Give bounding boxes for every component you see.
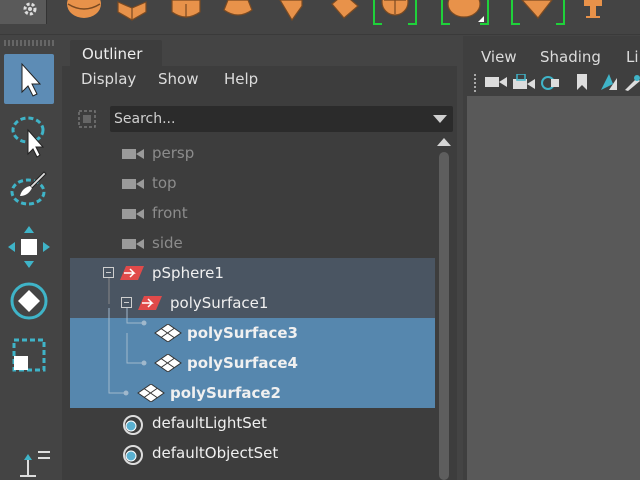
shelf-settings-button[interactable] (0, 0, 47, 24)
viewport-canvas[interactable] (467, 96, 640, 480)
menu-lighting[interactable]: Li (626, 48, 639, 66)
tree-item-persp[interactable]: persp (70, 138, 435, 168)
lasso-tool[interactable] (4, 110, 54, 160)
toolbox (0, 36, 57, 480)
collapse-toggle[interactable] (103, 267, 114, 278)
camera-icon[interactable] (485, 74, 507, 90)
poly-sphere-icon[interactable] (62, 0, 102, 24)
manipulator-settings-tool[interactable] (4, 440, 54, 480)
outliner-panel: Outliner Display Show Help persp (62, 36, 457, 480)
tree-connector (108, 363, 129, 396)
camera-lock-icon[interactable] (513, 74, 535, 92)
menu-shading[interactable]: Shading (540, 48, 601, 66)
search-field (110, 106, 453, 132)
scrollbar-thumb[interactable] (439, 152, 449, 480)
camera-icon (122, 179, 144, 189)
toolbox-grip[interactable] (4, 40, 54, 46)
mesh-icon (137, 384, 165, 402)
separate-icon[interactable] (438, 0, 496, 28)
scale-tool[interactable] (4, 330, 54, 380)
rotate-icon (10, 282, 48, 320)
outliner-tree: persp top front side pSphere1 polySurfac… (70, 138, 435, 480)
paint-brush-icon (10, 171, 47, 206)
tree-item-polysurface2[interactable]: polySurface2 (70, 363, 435, 408)
viewport-menubar: View Shading Li (463, 42, 640, 70)
poly-cone-icon[interactable] (220, 0, 256, 24)
lasso-select-icon (11, 116, 45, 158)
scale-icon (12, 338, 46, 372)
camera-icon (122, 209, 144, 219)
grease-pencil-icon[interactable] (623, 74, 640, 92)
search-input[interactable] (114, 106, 414, 132)
poly-cylinder-icon[interactable] (168, 0, 204, 24)
outliner-tab[interactable]: Outliner (70, 40, 162, 68)
tree-item-label: defaultLightSet (152, 414, 267, 432)
tree-item-defaultlightset[interactable]: defaultLightSet (70, 408, 435, 438)
gear-icon (23, 2, 37, 16)
menu-display[interactable]: Display (81, 70, 136, 88)
tree-item-side[interactable]: side (70, 228, 435, 258)
tree-item-label: persp (152, 144, 195, 162)
viewport-toolbar (463, 70, 640, 96)
collapse-toggle[interactable] (121, 297, 132, 308)
tree-item-front[interactable]: front (70, 198, 435, 228)
tree-item-label: front (152, 204, 188, 222)
tree-item-label: top (152, 174, 177, 192)
text-icon[interactable] (578, 0, 608, 24)
mesh-icon (154, 354, 182, 372)
tree-item-label: polySurface4 (187, 354, 298, 372)
arrow-cursor-icon (21, 62, 42, 97)
smooth-icon[interactable] (508, 0, 568, 28)
tree-item-defaultobjectset[interactable]: defaultObjectSet (70, 438, 435, 468)
poly-torus-icon[interactable] (276, 0, 306, 24)
tree-item-label: polySurface2 (170, 384, 281, 402)
select-tool[interactable] (4, 54, 54, 104)
menu-help[interactable]: Help (224, 70, 258, 88)
paint-select-tool[interactable] (4, 164, 54, 214)
menu-view[interactable]: View (481, 48, 517, 66)
bookmark-icon[interactable] (577, 74, 587, 92)
tree-item-label: defaultObjectSet (152, 444, 279, 462)
object-set-icon (123, 445, 143, 465)
filter-icon[interactable] (76, 108, 98, 130)
image-plane-icon[interactable] (601, 74, 619, 92)
tree-item-label: polySurface3 (187, 324, 298, 342)
rotate-tool[interactable] (4, 274, 54, 324)
viewport-panel: View Shading Li (463, 36, 640, 480)
object-set-icon (123, 415, 143, 435)
shelf (0, 0, 640, 35)
poly-cube-icon[interactable] (114, 0, 150, 24)
mesh-icon (154, 324, 182, 342)
scroll-up-arrow[interactable] (437, 138, 451, 146)
tree-item-label: side (152, 234, 183, 252)
move-tool[interactable] (4, 222, 54, 272)
outliner-body: Display Show Help persp top (62, 66, 457, 480)
manipulator-icon (20, 451, 50, 477)
scrollbar[interactable] (436, 150, 452, 480)
menu-show[interactable]: Show (158, 70, 198, 88)
search-dropdown-arrow[interactable] (433, 115, 447, 123)
tree-item-label: polySurface1 (170, 294, 269, 312)
camera-icon (122, 149, 144, 159)
tree-item-label: pSphere1 (152, 264, 224, 282)
camera-icon (122, 239, 144, 249)
combine-icon[interactable] (370, 0, 428, 28)
camera-attributes-icon[interactable] (541, 74, 563, 92)
tree-item-top[interactable]: top (70, 168, 435, 198)
move-arrows-icon (8, 226, 50, 268)
toolbar-grip (474, 74, 476, 92)
poly-plane-icon[interactable] (326, 0, 362, 24)
outliner-menubar: Display Show Help (62, 66, 457, 96)
